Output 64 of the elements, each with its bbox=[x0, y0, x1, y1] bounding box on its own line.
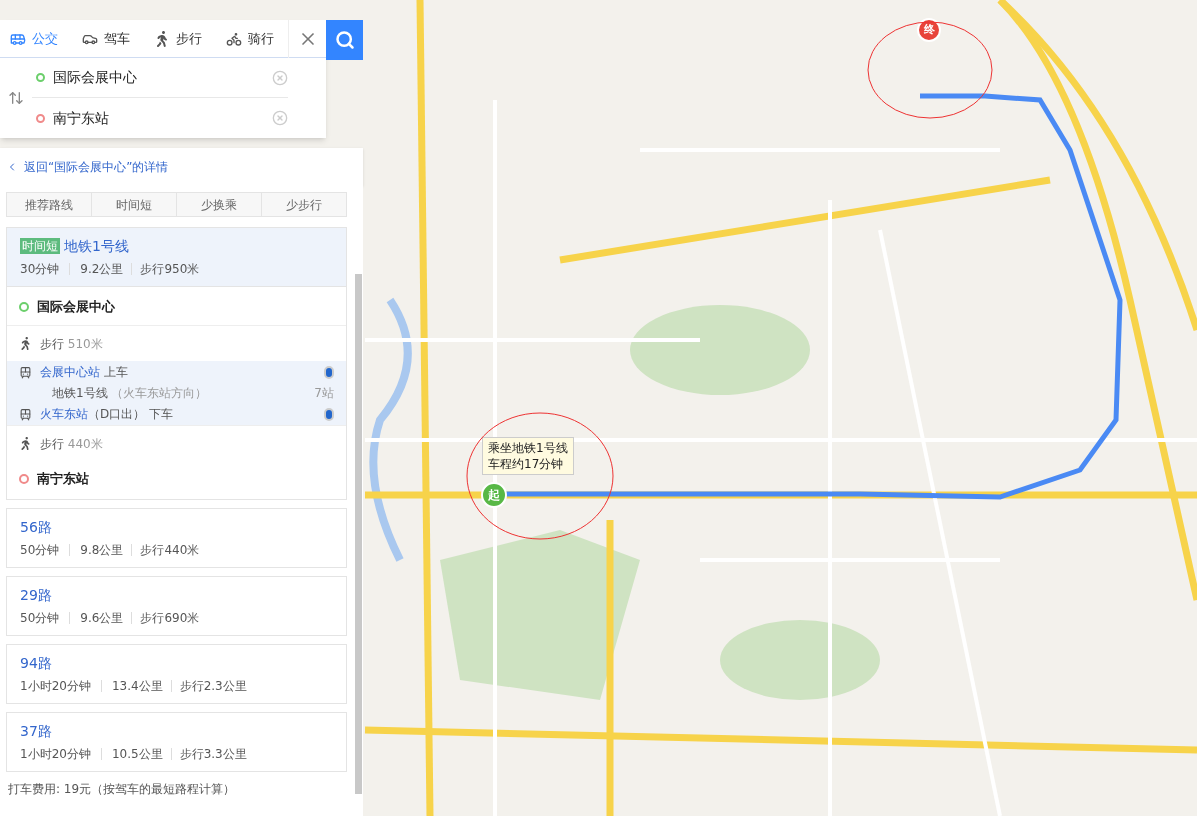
route-walk-distance: 步行690米 bbox=[140, 610, 200, 627]
start-point-icon bbox=[36, 73, 45, 82]
transport-mode-tab[interactable]: 驾车 bbox=[72, 19, 140, 58]
route-card[interactable]: 94路 1小时20分钟 13.4公里 步行2.3公里 bbox=[6, 644, 347, 704]
taxi-fare-note: 打车费用: 19元（按驾车的最短路程计算） bbox=[8, 781, 237, 798]
walking-person-icon bbox=[19, 437, 32, 450]
map-pin-icon[interactable] bbox=[324, 407, 334, 421]
end-point-icon bbox=[19, 474, 29, 484]
route-duration: 1小时20分钟 bbox=[20, 678, 91, 695]
route-walk-distance: 步行2.3公里 bbox=[179, 678, 247, 695]
place-name: 国际会展中心 bbox=[37, 298, 115, 317]
route-duration: 1小时20分钟 bbox=[20, 746, 91, 763]
route-name[interactable]: 94路 bbox=[20, 652, 52, 674]
route-distance: 9.8公里 bbox=[80, 542, 124, 559]
route-card[interactable]: 29路 50分钟 9.6公里 步行690米 bbox=[6, 576, 347, 636]
sort-tab[interactable]: 少换乘 bbox=[176, 193, 261, 216]
route-distance: 9.6公里 bbox=[80, 610, 124, 627]
end-point-icon bbox=[36, 113, 45, 123]
sort-tab[interactable]: 推荐路线 bbox=[7, 193, 91, 216]
route-duration: 30分钟 bbox=[20, 261, 60, 278]
swap-icon[interactable] bbox=[8, 90, 24, 106]
walk-step-text: 步行 510米 bbox=[40, 335, 103, 353]
sort-tab[interactable]: 少步行 bbox=[261, 193, 346, 216]
station-step-text: 火车东站（D口出） 下车 bbox=[40, 406, 175, 423]
route-distance: 10.5公里 bbox=[111, 746, 163, 763]
route-badge: 时间短 bbox=[20, 238, 60, 254]
walk-step-text: 步行 440米 bbox=[40, 435, 103, 453]
route-card[interactable]: 时间短 地铁1号线 30分钟 9.2公里 步行950米 国际会展中心 步行 510米 会展中心站 上车 地铁1号线 （火车东站方向） 7站 火车东站（D口出） 下车 步行 440米 南宁东站 bbox=[6, 227, 347, 500]
route-card[interactable]: 56路 50分钟 9.8公里 步行440米 bbox=[6, 508, 347, 568]
route-walk-distance: 步行3.3公里 bbox=[179, 746, 247, 763]
transport-mode-tab[interactable]: 步行 bbox=[144, 19, 212, 58]
route-duration: 50分钟 bbox=[20, 610, 60, 627]
metro-train-icon bbox=[19, 365, 32, 379]
map-pin-icon[interactable] bbox=[324, 365, 334, 379]
route-name[interactable]: 地铁1号线 bbox=[64, 235, 129, 257]
stop-count: 7站 bbox=[314, 385, 334, 402]
route-name[interactable]: 29路 bbox=[20, 584, 52, 606]
line-direction-text: 地铁1号线 （火车东站方向） bbox=[52, 385, 209, 402]
walking-person-icon bbox=[19, 337, 32, 350]
transport-mode-tab[interactable]: 公交 bbox=[0, 19, 68, 58]
origin-field[interactable]: 国际会展中心 bbox=[53, 67, 264, 88]
scrollbar[interactable] bbox=[355, 274, 362, 794]
route-walk-distance: 步行950米 bbox=[140, 261, 200, 278]
map-callout: 乘坐地铁1号线 车程约17分钟 bbox=[482, 437, 574, 475]
route-distance: 9.2公里 bbox=[80, 261, 124, 278]
metro-train-icon bbox=[19, 407, 32, 421]
destination-field[interactable]: 南宁东站 bbox=[53, 107, 264, 129]
station-step-text: 会展中心站 上车 bbox=[40, 364, 129, 381]
route-duration: 50分钟 bbox=[20, 542, 60, 559]
route-distance: 13.4公里 bbox=[111, 678, 163, 695]
walking-person-icon bbox=[154, 30, 170, 47]
route-name[interactable]: 37路 bbox=[20, 720, 52, 742]
transport-mode-tab[interactable]: 骑行 bbox=[216, 19, 284, 58]
start-point-icon bbox=[19, 302, 29, 312]
route-card[interactable]: 37路 1小时20分钟 10.5公里 步行3.3公里 bbox=[6, 712, 347, 772]
route-name[interactable]: 56路 bbox=[20, 516, 52, 538]
search-icon bbox=[334, 30, 355, 50]
back-link-text[interactable]: 返回“国际会展中心”的详情 bbox=[24, 158, 169, 176]
search-button[interactable] bbox=[326, 20, 363, 60]
route-walk-distance: 步行440米 bbox=[140, 542, 200, 559]
bicycle-icon bbox=[226, 30, 242, 47]
sort-tab[interactable]: 时间短 bbox=[91, 193, 176, 216]
place-name: 南宁东站 bbox=[37, 470, 89, 489]
back-link-card[interactable]: 返回“国际会展中心”的详情 bbox=[0, 148, 363, 186]
